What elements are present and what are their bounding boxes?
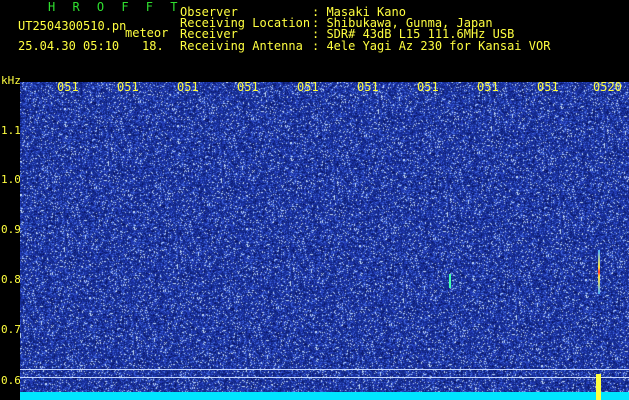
- x-tick: 051: [357, 80, 379, 94]
- y-tick-0-6: 0.6: [1, 374, 21, 387]
- file-name: UT2504300510.pn: [18, 19, 127, 33]
- reference-line: [20, 377, 629, 378]
- antenna-label: Receiving Antenna: [180, 39, 303, 53]
- carrier-peak: [596, 374, 601, 400]
- antenna-value: : 4ele Yagi Az 230 for Kansai VOR: [312, 39, 551, 53]
- x-tick: 051: [237, 80, 259, 94]
- x-tick: 0520: [593, 80, 622, 94]
- file-suffix: meteor: [125, 26, 169, 40]
- x-tick: 051: [177, 80, 199, 94]
- x-tick: 051: [537, 80, 559, 94]
- y-tick-0-8: 0.8: [1, 273, 21, 286]
- x-tick: 051: [297, 80, 319, 94]
- spectrogram-canvas: [20, 82, 629, 400]
- app-brand: H R O F F T: [48, 0, 183, 14]
- reference-line: [20, 369, 629, 370]
- y-tick-0-9: 0.9: [1, 223, 21, 236]
- meteor-echo: [449, 274, 451, 288]
- x-tick: 051: [417, 80, 439, 94]
- x-tick: 051: [477, 80, 499, 94]
- date-time: 25.04.30 05:10: [18, 39, 120, 53]
- y-axis-unit: kHz: [1, 74, 21, 87]
- y-tick-1-1: 1.1: [1, 124, 21, 137]
- y-tick-1-0: 1.0: [1, 173, 21, 186]
- detection-count: 18.: [142, 39, 164, 53]
- x-tick: 051: [57, 80, 79, 94]
- y-tick-0-7: 0.7: [1, 323, 21, 336]
- x-tick: 051: [117, 80, 139, 94]
- meteor-echo: [598, 250, 600, 294]
- spectrogram: [20, 82, 629, 400]
- carrier-band: [20, 392, 629, 400]
